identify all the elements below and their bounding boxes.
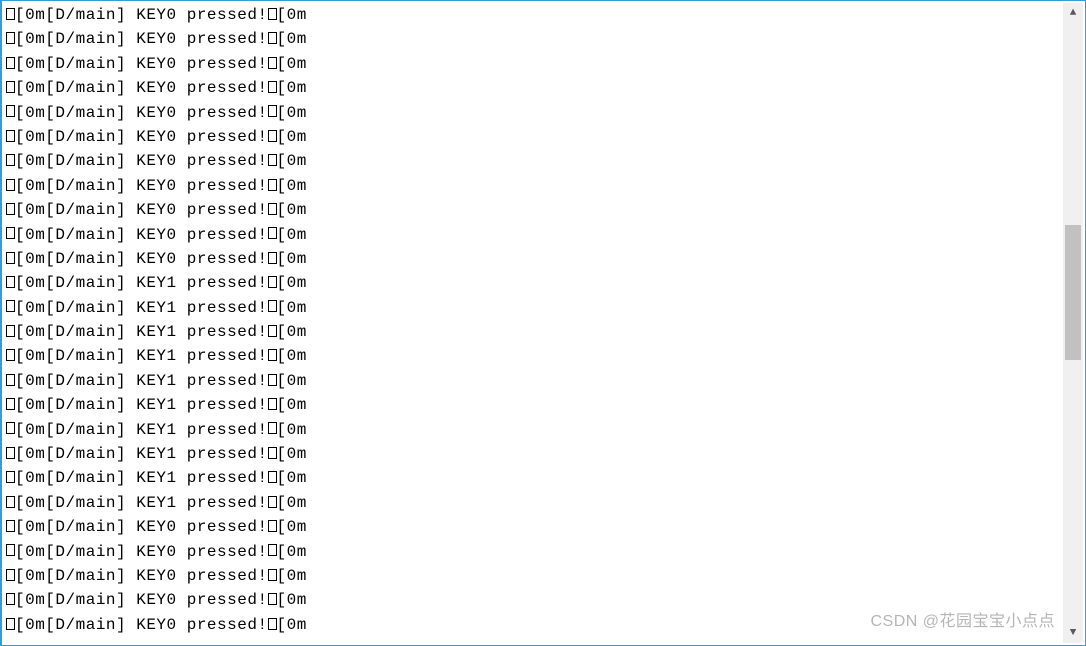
escape-glyph-icon [268,544,277,556]
escape-glyph-icon [6,252,15,264]
escape-glyph-icon [268,130,277,142]
escape-glyph-icon [6,618,15,630]
escape-glyph-icon [268,105,277,117]
escape-glyph-icon [268,227,277,239]
escape-glyph-icon [6,179,15,191]
scrollbar-track[interactable]: ▲ ▼ [1063,3,1083,643]
log-line: [0m[D/main] KEY0 pressed![0m [6,588,1059,612]
log-line: [0m[D/main] KEY0 pressed![0m [6,637,1059,641]
escape-glyph-icon [268,179,277,191]
escape-glyph-icon [6,300,15,312]
escape-glyph-icon [6,203,15,215]
escape-glyph-icon [268,252,277,264]
escape-glyph-icon [6,374,15,386]
escape-glyph-icon [268,8,277,20]
escape-glyph-icon [268,276,277,288]
escape-glyph-icon [268,349,277,361]
log-line: [0m[D/main] KEY1 pressed![0m [6,344,1059,368]
log-line: [0m[D/main] KEY0 pressed![0m [6,101,1059,125]
escape-glyph-icon [268,520,277,532]
log-line: [0m[D/main] KEY0 pressed![0m [6,198,1059,222]
log-line: [0m[D/main] KEY1 pressed![0m [6,296,1059,320]
log-line: [0m[D/main] KEY0 pressed![0m [6,613,1059,637]
escape-glyph-icon [6,154,15,166]
log-line: [0m[D/main] KEY1 pressed![0m [6,271,1059,295]
log-line: [0m[D/main] KEY1 pressed![0m [6,466,1059,490]
log-line: [0m[D/main] KEY1 pressed![0m [6,369,1059,393]
escape-glyph-icon [6,276,15,288]
escape-glyph-icon [268,325,277,337]
escape-glyph-icon [268,57,277,69]
log-line: [0m[D/main] KEY0 pressed![0m [6,247,1059,271]
scroll-up-button[interactable]: ▲ [1063,3,1083,23]
log-line: [0m[D/main] KEY0 pressed![0m [6,52,1059,76]
escape-glyph-icon [6,32,15,44]
log-line: [0m[D/main] KEY1 pressed![0m [6,491,1059,515]
log-line: [0m[D/main] KEY0 pressed![0m [6,3,1059,27]
scroll-down-button[interactable]: ▼ [1063,623,1083,643]
log-line: [0m[D/main] KEY0 pressed![0m [6,564,1059,588]
terminal-output[interactable]: [0m[D/main] KEY0 pressed![0m[0m[D/main] … [6,3,1059,641]
escape-glyph-icon [268,374,277,386]
scrollbar-thumb[interactable] [1065,225,1081,360]
escape-glyph-icon [6,349,15,361]
log-line: [0m[D/main] KEY0 pressed![0m [6,515,1059,539]
escape-glyph-icon [6,398,15,410]
escape-glyph-icon [268,471,277,483]
escape-glyph-icon [6,57,15,69]
log-line: [0m[D/main] KEY0 pressed![0m [6,223,1059,247]
escape-glyph-icon [6,130,15,142]
escape-glyph-icon [268,422,277,434]
log-line: [0m[D/main] KEY0 pressed![0m [6,76,1059,100]
escape-glyph-icon [6,422,15,434]
escape-glyph-icon [268,398,277,410]
escape-glyph-icon [268,569,277,581]
escape-glyph-icon [6,520,15,532]
chevron-down-icon: ▼ [1070,627,1077,639]
log-line: [0m[D/main] KEY0 pressed![0m [6,149,1059,173]
escape-glyph-icon [6,105,15,117]
terminal-window: [0m[D/main] KEY0 pressed![0m[0m[D/main] … [0,0,1086,646]
escape-glyph-icon [6,227,15,239]
log-line: [0m[D/main] KEY0 pressed![0m [6,174,1059,198]
escape-glyph-icon [6,447,15,459]
log-line: [0m[D/main] KEY1 pressed![0m [6,442,1059,466]
chevron-up-icon: ▲ [1070,7,1077,19]
escape-glyph-icon [268,154,277,166]
log-line: [0m[D/main] KEY0 pressed![0m [6,125,1059,149]
escape-glyph-icon [6,569,15,581]
escape-glyph-icon [6,496,15,508]
log-line: [0m[D/main] KEY1 pressed![0m [6,393,1059,417]
escape-glyph-icon [6,81,15,93]
escape-glyph-icon [268,203,277,215]
escape-glyph-icon [6,8,15,20]
escape-glyph-icon [268,447,277,459]
log-line: [0m[D/main] KEY1 pressed![0m [6,418,1059,442]
escape-glyph-icon [268,32,277,44]
escape-glyph-icon [268,618,277,630]
escape-glyph-icon [268,496,277,508]
escape-glyph-icon [268,593,277,605]
escape-glyph-icon [268,300,277,312]
escape-glyph-icon [6,544,15,556]
log-line: [0m[D/main] KEY0 pressed![0m [6,27,1059,51]
escape-glyph-icon [6,593,15,605]
escape-glyph-icon [6,471,15,483]
log-line: [0m[D/main] KEY0 pressed![0m [6,540,1059,564]
log-line: [0m[D/main] KEY1 pressed![0m [6,320,1059,344]
escape-glyph-icon [268,81,277,93]
escape-glyph-icon [6,325,15,337]
